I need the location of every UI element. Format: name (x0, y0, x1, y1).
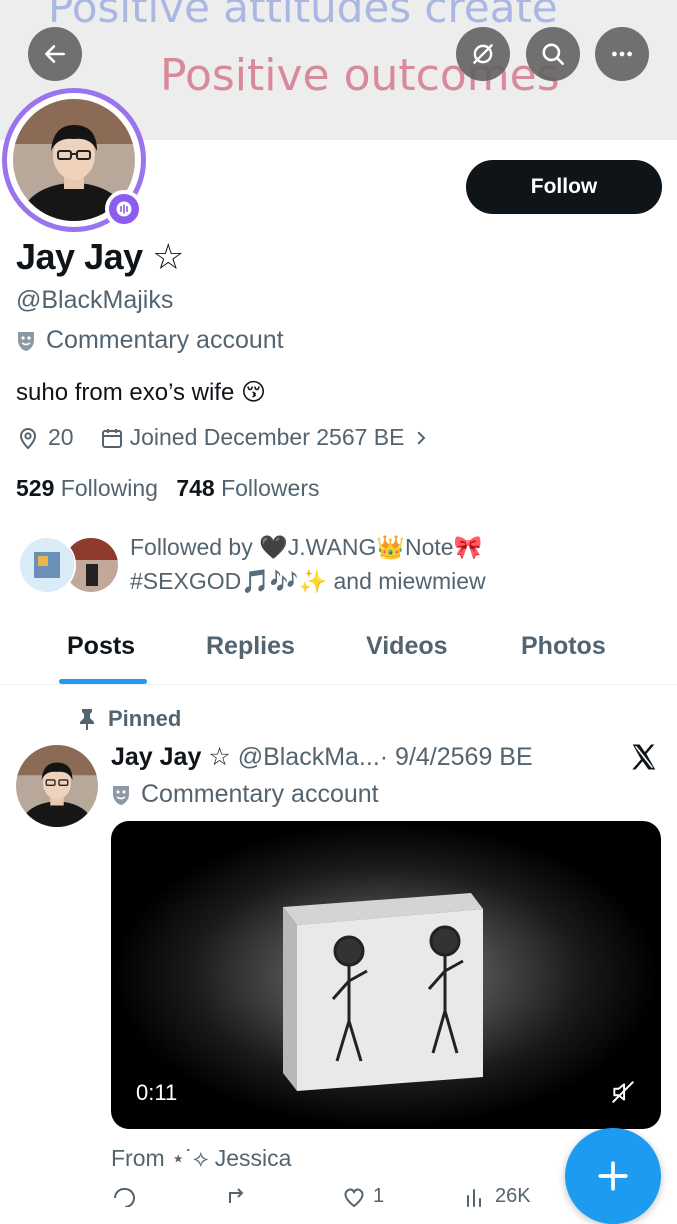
profile-tabs: Posts Replies Videos Photos (0, 620, 677, 685)
location-icon (19, 427, 37, 449)
spaces-badge[interactable] (105, 190, 143, 228)
like-count: 1 (373, 1185, 385, 1207)
profile-bio: suho from exo’s wife 😚 (16, 379, 267, 406)
video-frame (283, 893, 483, 1091)
tab-posts[interactable]: Posts (67, 632, 135, 661)
post-author-avatar[interactable] (16, 745, 98, 827)
views-count: 26K (495, 1185, 531, 1207)
profile-joined[interactable]: Joined December 2567 BE (130, 424, 405, 451)
back-arrow-icon (45, 45, 65, 63)
commentary-label-text: Commentary account (46, 326, 284, 354)
x-logo-icon (632, 744, 656, 770)
post-commentary-label: Commentary account (111, 780, 379, 809)
post-actions: 1 26K (111, 1185, 561, 1208)
post-header: Jay Jay ☆ @BlackMa...· 9/4/2569 BE (111, 742, 533, 772)
pin-icon (80, 709, 94, 730)
calendar-icon (101, 428, 122, 448)
grok-button[interactable] (456, 27, 510, 81)
profile-name-suffix: ☆ (152, 236, 184, 277)
tab-videos[interactable]: Videos (366, 632, 448, 661)
followers-label: Followers (221, 475, 320, 501)
follower-avatar-1[interactable] (18, 536, 76, 594)
repost-icon (229, 1188, 244, 1203)
profile-name: Jay Jay ☆ (16, 236, 184, 278)
active-tab-indicator (59, 679, 147, 684)
post-commentary-text: Commentary account (141, 780, 379, 808)
more-button[interactable] (595, 27, 649, 81)
masks-icon (18, 331, 34, 351)
follow-button[interactable]: Follow (466, 160, 662, 214)
post-video[interactable] (111, 821, 661, 1129)
followed-by-line2: #SEXGOD🎵🎶✨ and miewmiew (130, 568, 486, 594)
followers-count: 748 (176, 475, 215, 501)
views-action[interactable]: 26K (463, 1185, 531, 1208)
reply-action[interactable] (111, 1185, 143, 1207)
repost-action[interactable] (225, 1185, 257, 1207)
back-button[interactable] (28, 27, 82, 81)
grok-icon (473, 44, 493, 64)
spaces-icon (116, 201, 132, 217)
commentary-label[interactable]: Commentary account (16, 326, 284, 355)
search-icon (542, 43, 565, 66)
like-action[interactable]: 1 (341, 1185, 384, 1208)
profile-handle: @BlackMajiks (16, 286, 174, 314)
following-link[interactable]: 529 Following (16, 475, 158, 501)
plus-icon (598, 1161, 628, 1191)
following-label: Following (60, 475, 158, 501)
tab-replies[interactable]: Replies (206, 632, 295, 661)
tab-photos[interactable]: Photos (521, 632, 606, 661)
post-author-name[interactable]: Jay Jay ☆ (111, 743, 231, 771)
search-button[interactable] (526, 27, 580, 81)
post-source[interactable]: From ⋆˙⟡ Jessica (111, 1145, 291, 1172)
views-icon (467, 1188, 481, 1207)
post-date[interactable]: · 9/4/2569 BE (380, 743, 533, 771)
more-icon (612, 51, 632, 57)
heart-icon (344, 1187, 364, 1207)
profile-location: 20 (48, 424, 74, 450)
followed-by-line1: Followed by 🖤J.WANG👑Note🎀 (130, 534, 483, 560)
following-count: 529 (16, 475, 55, 501)
followed-by-text[interactable]: Followed by 🖤J.WANG👑Note🎀 #SEXGOD🎵🎶✨ and… (130, 530, 486, 598)
pinned-text: Pinned (108, 706, 182, 731)
follow-stats: 529 Following 748 Followers (16, 475, 320, 502)
profile-name-text: Jay Jay (16, 236, 143, 277)
masks-icon (113, 785, 129, 805)
followers-link[interactable]: 748 Followers (176, 475, 319, 501)
post-author-handle[interactable]: @BlackMa... (238, 743, 380, 771)
pinned-label: Pinned (78, 706, 181, 732)
mute-icon[interactable] (610, 1079, 636, 1105)
profile-meta: 20 Joined December 2567 BE (16, 424, 430, 451)
reply-icon (114, 1188, 135, 1207)
chevron-right-icon[interactable] (412, 429, 430, 447)
compose-button[interactable] (565, 1128, 661, 1224)
video-duration: 0:11 (136, 1080, 178, 1105)
